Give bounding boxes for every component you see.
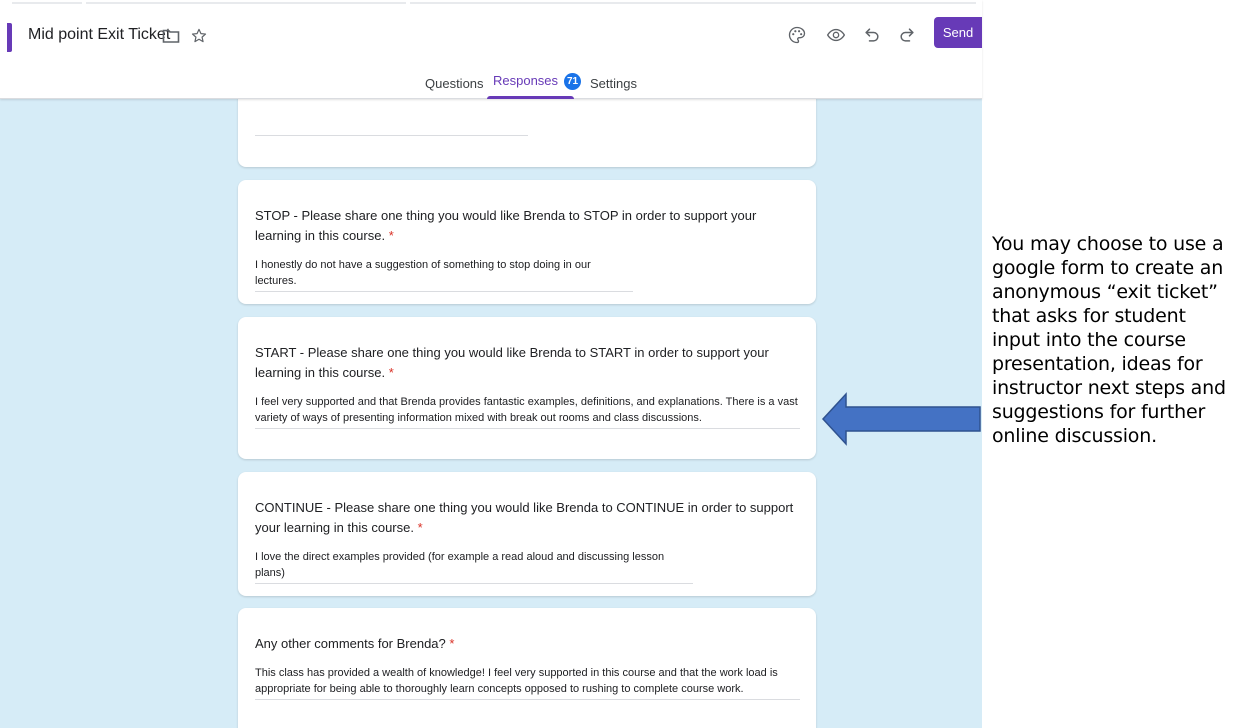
answer-underline [255, 135, 528, 136]
folder-icon[interactable] [162, 28, 180, 44]
response-card-continue: CONTINUE - Please share one thing you wo… [238, 472, 816, 596]
response-answer: I love the direct examples provided (for… [255, 549, 693, 584]
response-card-comments: Any other comments for Brenda? * This cl… [238, 608, 816, 728]
tab-questions[interactable]: Questions [425, 76, 484, 91]
required-mark: * [417, 520, 423, 535]
tab-responses[interactable]: Responses 71 [493, 73, 582, 91]
response-answer: This class has provided a wealth of know… [255, 665, 800, 700]
tab-settings[interactable]: Settings [590, 76, 637, 91]
left-arrow-icon [822, 392, 981, 446]
annotation-text: You may choose to use a google form to c… [992, 233, 1226, 447]
question-title: CONTINUE - Please share one thing you wo… [255, 500, 794, 535]
eye-icon[interactable] [826, 25, 846, 45]
response-card-start: START - Please share one thing you would… [238, 317, 816, 459]
question-title: Any other comments for Brenda? * [255, 636, 455, 651]
undo-icon[interactable] [862, 25, 882, 45]
response-answer: I feel very supported and that Brenda pr… [255, 394, 800, 429]
tab-responses-label: Responses [493, 73, 559, 88]
required-mark: * [388, 228, 394, 243]
required-mark: * [388, 365, 394, 380]
redo-icon[interactable] [897, 25, 917, 45]
palette-icon[interactable] [787, 25, 807, 45]
response-card-stop: STOP - Please share one thing you would … [238, 180, 816, 304]
responses-count-badge: 71 [564, 73, 582, 91]
form-accent-bar [7, 23, 12, 52]
form-title[interactable]: Mid point Exit Ticket [28, 26, 170, 44]
form-header: Mid point Exit Ticket Send Questions Res… [0, 0, 982, 99]
active-tab-indicator [487, 96, 574, 99]
response-card-partial [238, 89, 816, 167]
top-divider [0, 0, 982, 6]
form-tabs: Questions Responses 71 Settings [0, 70, 982, 99]
star-icon[interactable] [190, 27, 208, 45]
required-mark: * [449, 636, 455, 651]
question-title: STOP - Please share one thing you would … [255, 208, 757, 243]
response-answer: I honestly do not have a suggestion of s… [255, 257, 633, 292]
send-button[interactable]: Send [934, 17, 982, 48]
question-title: START - Please share one thing you would… [255, 345, 769, 380]
